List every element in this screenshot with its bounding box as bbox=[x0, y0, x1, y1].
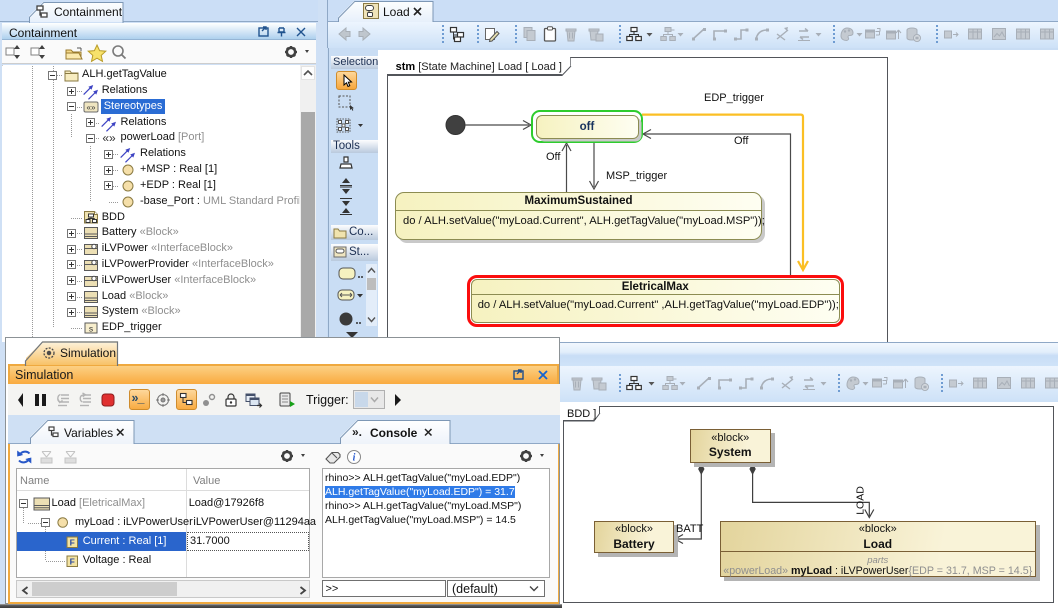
svg-text:F: F bbox=[69, 556, 74, 566]
svg-text:s: s bbox=[89, 324, 93, 334]
svg-text:«»: «» bbox=[102, 131, 116, 145]
svg-text:F: F bbox=[69, 537, 74, 547]
svg-text:i: i bbox=[353, 453, 356, 464]
svg-text:«»: «» bbox=[87, 103, 96, 112]
